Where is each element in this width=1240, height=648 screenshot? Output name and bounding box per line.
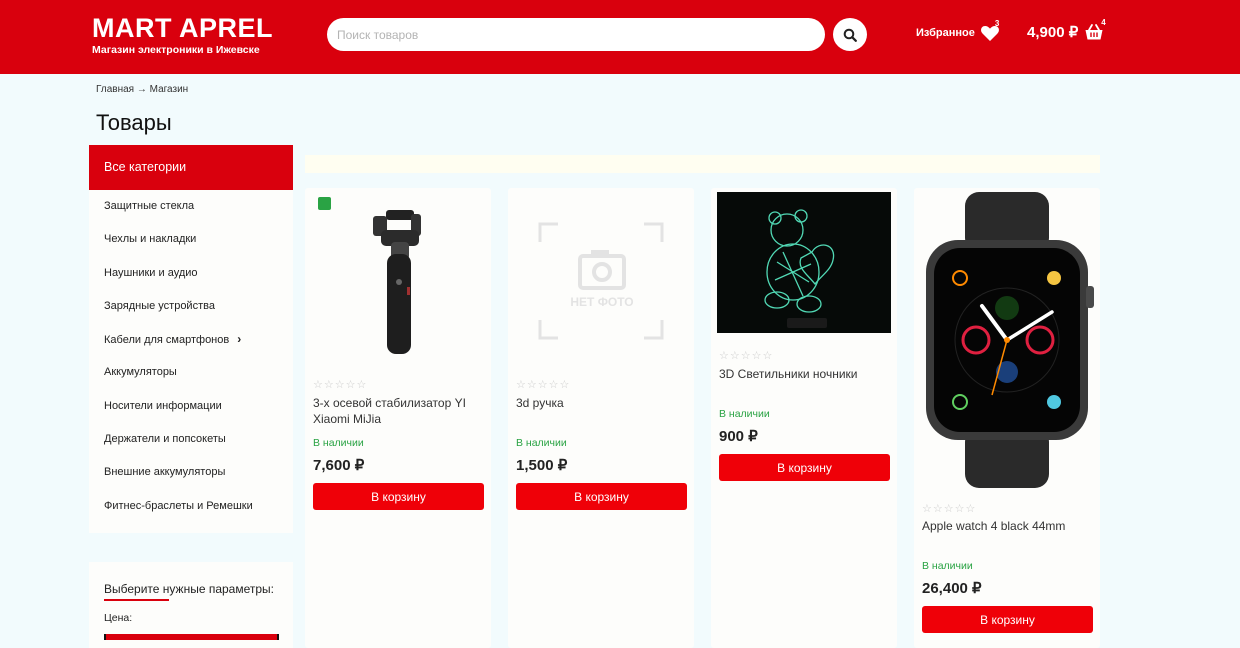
category-item[interactable]: Чехлы и накладки [89, 223, 293, 256]
add-to-cart-button[interactable]: В корзину [719, 454, 890, 481]
rating-stars[interactable]: ☆☆☆☆☆ [516, 378, 570, 391]
search-input[interactable] [327, 18, 825, 51]
add-to-cart-button[interactable]: В корзину [313, 483, 484, 510]
category-item[interactable]: Фитнес-браслеты и Ремешки [89, 490, 293, 523]
brand-subtitle: Магазин электроники в Ижевске [92, 44, 260, 56]
stock-status: В наличии [516, 437, 567, 449]
top-banner-strip [305, 155, 1100, 173]
gimbal-stabilizer-image[interactable] [311, 192, 485, 372]
category-item[interactable]: Кабели для смартфонов › [89, 323, 293, 356]
brand-logo[interactable]: MART APREL Магазин электроники в Ижевске [92, 14, 273, 56]
apple-watch-image[interactable] [920, 190, 1094, 490]
product-name[interactable]: Apple watch 4 black 44mm [922, 518, 1092, 534]
filter-title-underline [104, 599, 169, 601]
cart-count-badge: 4 [1101, 18, 1106, 27]
rating-stars[interactable]: ☆☆☆☆☆ [719, 349, 773, 362]
product-card[interactable]: ☆☆☆☆☆ Apple watch 4 black 44mm В наличии… [914, 188, 1100, 648]
heart-icon: 3 [980, 19, 1000, 42]
product-name[interactable]: 3-х осевой стабилизатор YI Xiaomi MiJia [313, 395, 483, 427]
category-item[interactable]: Внешние аккумуляторы [89, 456, 293, 489]
category-item[interactable]: Наушники и аудио [89, 257, 293, 290]
product-name[interactable]: 3D Светильники ночники [719, 366, 889, 382]
category-item[interactable]: Носители информации [89, 390, 293, 423]
category-list: Защитные стекла Чехлы и накладки Наушник… [89, 190, 293, 523]
category-label: Внешние аккумуляторы [104, 466, 226, 479]
category-label: Чехлы и накладки [104, 233, 197, 246]
filter-panel: Выберите нужные параметры: Цена: [89, 562, 293, 648]
category-label: Аккумуляторы [104, 366, 177, 379]
category-label: Фитнес-браслеты и Ремешки [104, 499, 253, 512]
favorites-link[interactable]: Избранное 3 [916, 19, 1000, 42]
breadcrumb-home[interactable]: Главная [96, 84, 134, 95]
rating-stars[interactable]: ☆☆☆☆☆ [922, 502, 976, 515]
site-header: MART APREL Магазин электроники в Ижевске… [0, 0, 1240, 74]
cart-total: 4,900 ₽ [1027, 24, 1079, 41]
3d-night-lamp-image[interactable] [717, 192, 891, 333]
product-price: 7,600 ₽ [313, 457, 365, 474]
chevron-right-icon[interactable]: › [237, 332, 241, 346]
category-item[interactable]: Аккумуляторы [89, 356, 293, 389]
product-card[interactable]: ☆☆☆☆☆ 3D Светильники ночники В наличии 9… [711, 188, 897, 648]
product-price: 26,400 ₽ [922, 580, 982, 597]
category-label: Наушники и аудио [104, 266, 198, 279]
add-to-cart-button[interactable]: В корзину [516, 483, 687, 510]
all-categories-button[interactable]: Все категории [89, 145, 293, 190]
filter-title: Выберите нужные параметры: [104, 582, 275, 596]
product-price: 900 ₽ [719, 428, 758, 445]
category-item[interactable]: Защитные стекла [89, 190, 293, 223]
price-filter-label: Цена: [104, 612, 133, 624]
cart-link[interactable]: 4,900 ₽ 4 [1027, 18, 1106, 42]
category-label: Кабели для смартфонов [104, 334, 230, 347]
search-icon [843, 28, 857, 42]
category-label: Носители информации [104, 399, 222, 412]
breadcrumb-separator: → [136, 84, 147, 95]
category-label: Держатели и попсокеты [104, 433, 226, 446]
stock-status: В наличии [922, 560, 973, 572]
product-name[interactable]: 3d ручка [516, 395, 686, 411]
stock-status: В наличии [313, 437, 364, 449]
rating-stars[interactable]: ☆☆☆☆☆ [313, 378, 367, 391]
category-sidebar: Все категории Защитные стекла Чехлы и на… [89, 145, 293, 533]
favorites-count-badge: 3 [994, 19, 1000, 28]
category-item[interactable]: Зарядные устройства [89, 290, 293, 323]
product-card[interactable]: НЕТ ФОТО ☆☆☆☆☆ 3d ручка В наличии 1,500 … [508, 188, 694, 648]
price-range-slider[interactable] [104, 634, 279, 640]
basket-icon: 4 [1084, 18, 1106, 42]
category-item[interactable]: Держатели и попсокеты [89, 423, 293, 456]
no-photo-text: НЕТ ФОТО [570, 295, 633, 309]
brand-name: MART APREL [92, 13, 273, 43]
breadcrumb: Главная → Магазин [96, 84, 188, 95]
category-label: Защитные стекла [104, 200, 195, 212]
product-card[interactable]: ☆☆☆☆☆ 3-х осевой стабилизатор YI Xiaomi … [305, 188, 491, 648]
add-to-cart-button[interactable]: В корзину [922, 606, 1093, 633]
page-title: Товары [96, 110, 172, 135]
product-price: 1,500 ₽ [516, 457, 568, 474]
search-button[interactable] [833, 18, 867, 51]
category-label: Зарядные устройства [104, 299, 215, 312]
favorites-label: Избранное [916, 27, 975, 39]
stock-status: В наличии [719, 408, 770, 420]
breadcrumb-current[interactable]: Магазин [150, 84, 189, 95]
no-photo-placeholder[interactable]: НЕТ ФОТО [514, 192, 688, 372]
